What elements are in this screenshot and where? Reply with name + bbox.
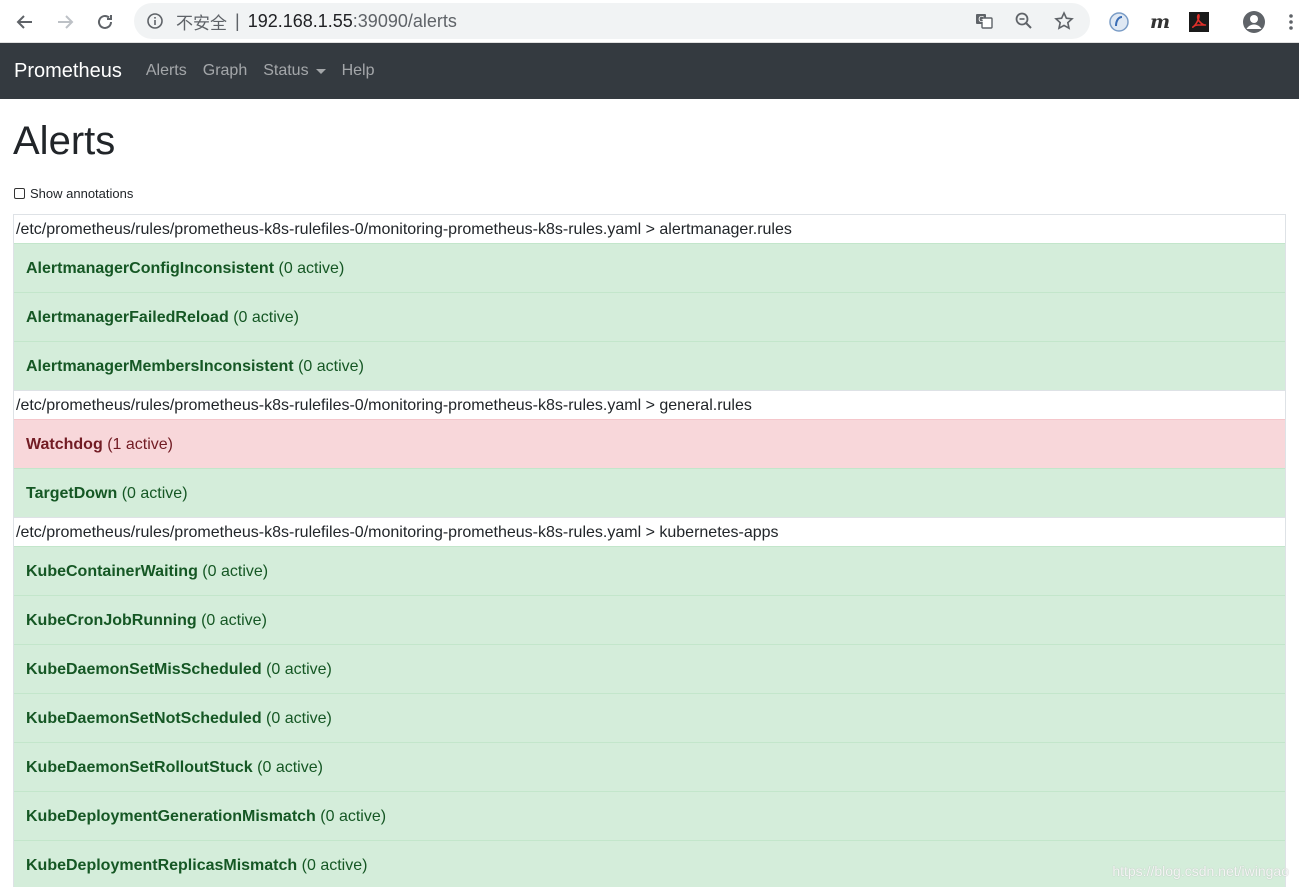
alert-rule-name: KubeDaemonSetNotScheduled <box>26 710 262 727</box>
svg-text:G: G <box>978 15 984 24</box>
alert-rule-row[interactable]: AlertmanagerMembersInconsistent (0 activ… <box>14 341 1285 390</box>
alert-rule-name: KubeCronJobRunning <box>26 612 197 629</box>
alert-rule-row[interactable]: KubeCronJobRunning (0 active) <box>14 595 1285 644</box>
alert-rule-name: KubeDeploymentReplicasMismatch <box>26 857 298 874</box>
alert-rule-name: KubeContainerWaiting <box>26 563 198 580</box>
back-button[interactable] <box>5 0 45 43</box>
alert-rule-row[interactable]: Watchdog (1 active) <box>14 419 1285 468</box>
rule-group-header: /etc/prometheus/rules/prometheus-k8s-rul… <box>14 390 1285 419</box>
rule-group-header: /etc/prometheus/rules/prometheus-k8s-rul… <box>14 517 1285 546</box>
alert-rule-name: KubeDaemonSetRolloutStuck <box>26 759 253 776</box>
svg-text:m: m <box>1150 11 1170 33</box>
pdf-extension-icon[interactable] <box>1186 0 1212 43</box>
extension-icon-circle[interactable] <box>1104 0 1134 43</box>
alert-rule-name: TargetDown <box>26 485 118 502</box>
alerts-table: /etc/prometheus/rules/prometheus-k8s-rul… <box>13 214 1286 887</box>
nav-link-help[interactable]: Help <box>342 62 375 80</box>
alert-rule-name: AlertmanagerConfigInconsistent <box>26 260 275 277</box>
bookmark-star-icon[interactable] <box>1044 3 1084 39</box>
page-title: Alerts <box>13 119 116 163</box>
alert-rule-status: (0 active) <box>278 260 345 277</box>
browser-menu-icon[interactable] <box>1284 0 1298 43</box>
address-bar-actions: G <box>964 3 1084 39</box>
alert-rule-status: (0 active) <box>298 358 364 375</box>
security-label: 不安全 <box>176 13 227 33</box>
alert-rule-row[interactable]: AlertmanagerConfigInconsistent (0 active… <box>14 243 1285 292</box>
alert-rule-status: (0 active) <box>233 309 299 326</box>
alert-rule-row[interactable]: KubeDaemonSetRolloutStuck (0 active) <box>14 742 1285 791</box>
alert-rule-status: (0 active) <box>320 808 387 825</box>
alert-rule-row[interactable]: KubeDeploymentGenerationMismatch (0 acti… <box>14 791 1285 840</box>
alert-rule-status: (0 active) <box>301 857 368 874</box>
alert-rule-status: (0 active) <box>266 661 332 678</box>
nav-link-status[interactable]: Status <box>263 62 326 80</box>
nav-link-alerts[interactable]: Alerts <box>146 62 187 80</box>
nav-link-status-label: Status <box>263 62 309 79</box>
alert-rule-name: KubeDeploymentGenerationMismatch <box>26 808 316 825</box>
translate-icon[interactable]: G <box>964 3 1004 39</box>
watermark: https://blog.csdn.net/iwingao <box>1112 863 1289 879</box>
show-annotations-label: Show annotations <box>30 185 134 201</box>
alert-rule-row[interactable]: KubeDaemonSetNotScheduled (0 active) <box>14 693 1285 742</box>
zoom-icon[interactable] <box>1004 3 1044 39</box>
alert-rule-name: AlertmanagerMembersInconsistent <box>26 358 294 375</box>
alert-rule-row[interactable]: AlertmanagerFailedReload (0 active) <box>14 292 1285 341</box>
alert-rule-name: KubeDaemonSetMisScheduled <box>26 661 262 678</box>
alert-rule-row[interactable]: KubeDeploymentReplicasMismatch (0 active… <box>14 840 1285 887</box>
extension-icon-m[interactable]: m <box>1146 0 1172 43</box>
caret-down-icon <box>315 68 326 74</box>
alert-rule-status: (1 active) <box>107 436 173 453</box>
alert-rule-status: (0 active) <box>202 563 269 580</box>
alert-rule-name: AlertmanagerFailedReload <box>26 309 229 326</box>
show-annotations-checkbox[interactable] <box>14 187 25 199</box>
back-arrow-icon <box>16 14 32 29</box>
alert-rule-status: (0 active) <box>201 612 267 629</box>
profile-avatar-icon[interactable] <box>1238 0 1270 43</box>
address-separator: | <box>235 10 240 31</box>
alert-rule-row[interactable]: TargetDown (0 active) <box>14 468 1285 517</box>
info-icon[interactable] <box>146 12 164 30</box>
reload-icon <box>98 14 112 29</box>
url-text[interactable]: 192.168.1.55:39090/alerts <box>248 11 457 32</box>
navbar-brand[interactable]: Prometheus <box>14 60 122 83</box>
url-host: 192.168.1.55 <box>247 10 353 31</box>
rule-group-header: /etc/prometheus/rules/prometheus-k8s-rul… <box>14 214 1285 243</box>
address-bar[interactable]: 不安全 | 192.168.1.55:39090/alerts G <box>134 3 1090 39</box>
alert-rule-status: (0 active) <box>266 710 332 727</box>
show-annotations-toggle[interactable]: Show annotations <box>13 185 1286 201</box>
forward-arrow-icon <box>58 14 74 29</box>
alert-rule-row[interactable]: KubeDaemonSetMisScheduled (0 active) <box>14 644 1285 693</box>
prometheus-navbar: Prometheus Alerts Graph Status Help <box>0 43 1299 99</box>
alert-rule-status: (0 active) <box>121 485 188 502</box>
url-path: :39090/alerts <box>352 10 457 31</box>
forward-button[interactable] <box>45 0 85 43</box>
alert-rule-name: Watchdog <box>26 436 103 453</box>
reload-button[interactable] <box>85 0 125 43</box>
nav-link-graph[interactable]: Graph <box>203 62 247 80</box>
browser-toolbar: 不安全 | 192.168.1.55:39090/alerts G m <box>0 0 1299 43</box>
main-content: Alerts Show annotations /etc/prometheus/… <box>13 99 1286 887</box>
alert-rule-row[interactable]: KubeContainerWaiting (0 active) <box>14 546 1285 595</box>
alert-rule-status: (0 active) <box>257 759 323 776</box>
